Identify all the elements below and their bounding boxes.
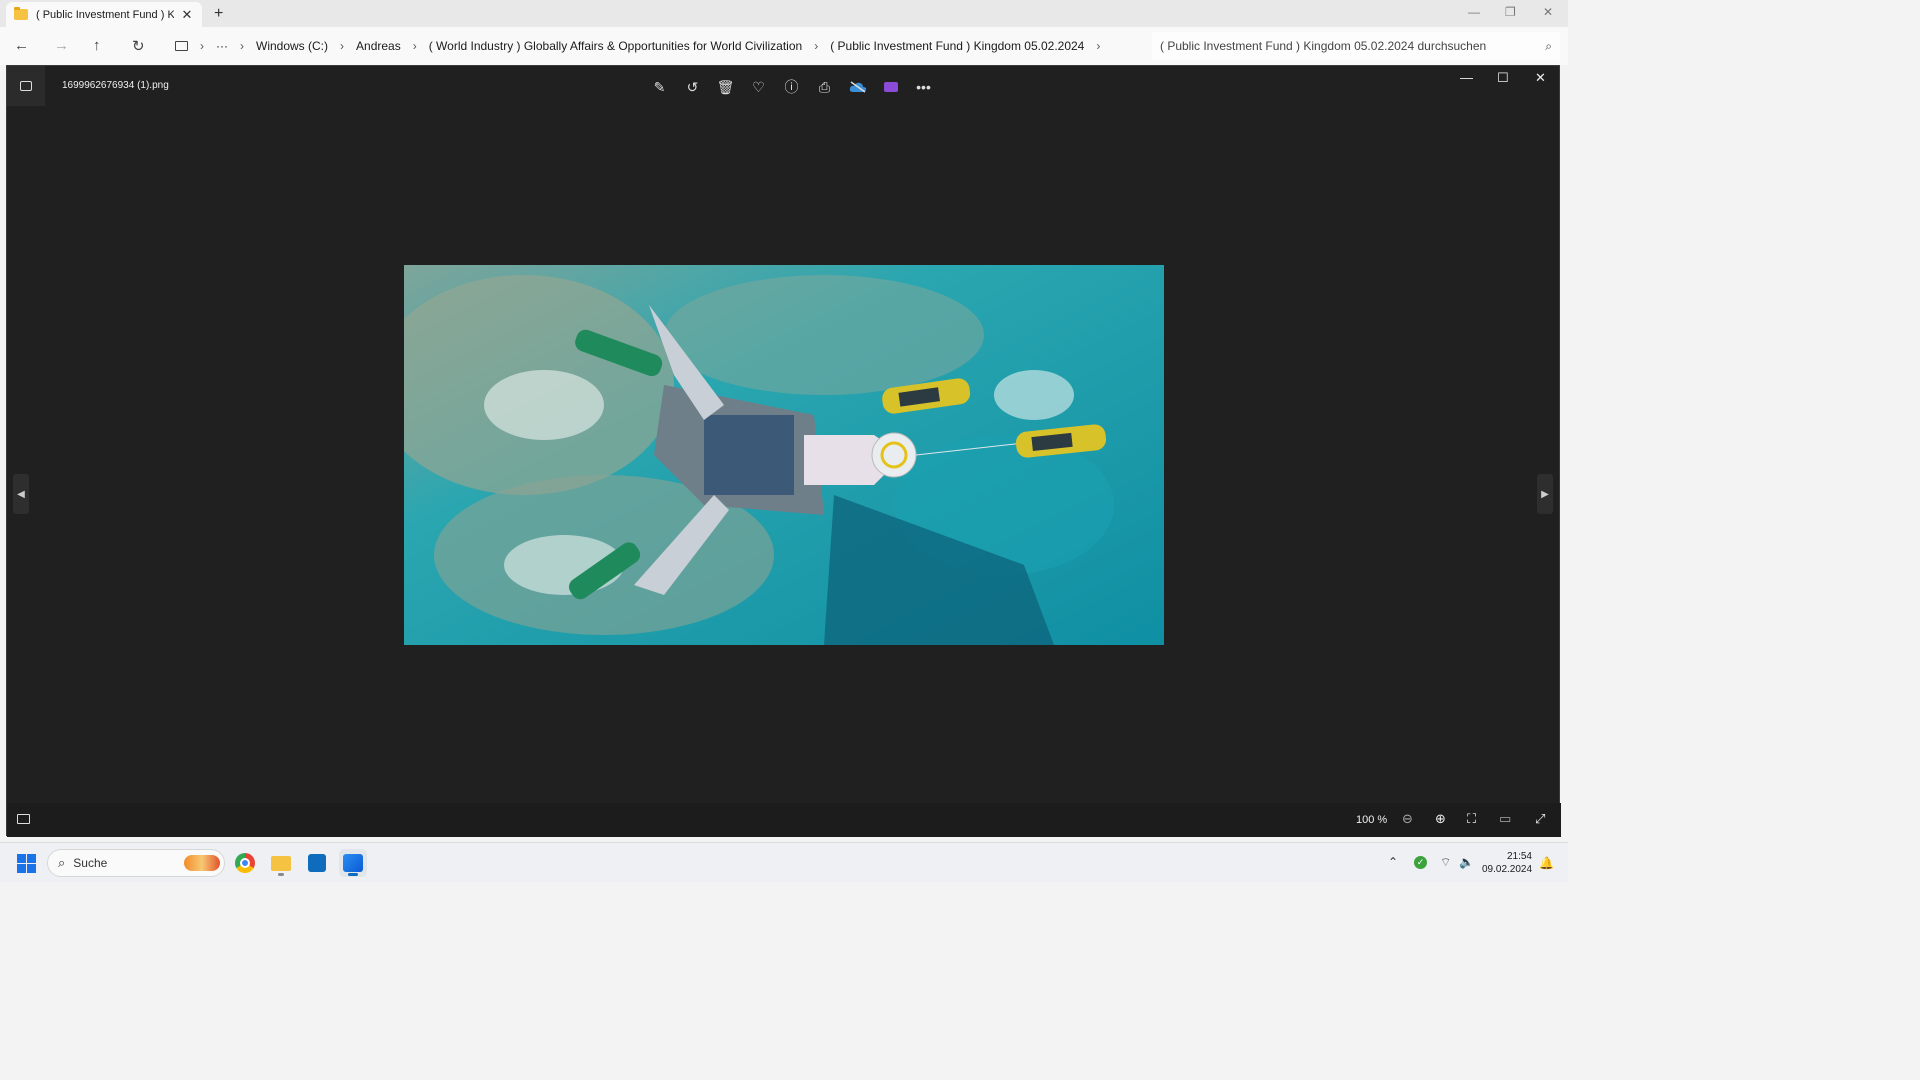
viewer-actions: ✎ ↺ 🗑 ♡ ⓘ ⎙ ••• [643, 76, 940, 98]
forward-icon[interactable]: → [54, 37, 69, 54]
image-canvas: ◀ ▶ [7, 106, 1561, 803]
search-placeholder: ( Public Investment Fund ) Kingdom 05.02… [1160, 39, 1487, 53]
explorer-tab[interactable]: ( Public Investment Fund ) Kingdom 05.02… [6, 2, 202, 27]
search-icon: ⌕ [58, 855, 66, 870]
chevron-right-icon[interactable]: › [1096, 39, 1100, 53]
clock[interactable]: 21:54 09.02.2024 [1482, 850, 1532, 876]
onedrive-icon[interactable] [841, 76, 874, 98]
this-pc-icon[interactable] [175, 41, 188, 51]
viewer-status-bar: 100 % ⊖ ⊕ ⛶ ▭ ⤢ [7, 803, 1561, 837]
zoom-out-icon[interactable]: ⊖ [1402, 811, 1413, 827]
restore-icon[interactable]: ❐ [1505, 5, 1516, 19]
photos-icon [343, 854, 363, 872]
chrome-app[interactable] [231, 849, 259, 877]
zoom-in-icon[interactable]: ⊕ [1435, 811, 1446, 827]
photos-app[interactable] [339, 849, 367, 877]
clipchamp-icon[interactable] [874, 76, 907, 98]
file-name: 1699962676934 (1).png [62, 80, 169, 91]
previous-image-icon[interactable]: ◀ [13, 474, 29, 514]
new-tab-button[interactable]: + [214, 5, 223, 23]
fullscreen-icon[interactable]: ⤢ [1535, 811, 1545, 827]
wifi-icon[interactable]: ⌔ [1440, 855, 1451, 870]
viewer-toolbar: 1699962676934 (1).png ✎ ↺ 🗑 ♡ ⓘ ⎙ ••• — … [7, 66, 1561, 106]
tab-title: ( Public Investment Fund ) Kingdom 05.02… [36, 8, 174, 21]
minimize-icon[interactable]: — [1460, 70, 1473, 85]
actual-size-icon[interactable]: ▭ [1499, 811, 1511, 827]
photo-viewer-window: 1699962676934 (1).png ✎ ↺ 🗑 ♡ ⓘ ⎙ ••• — … [6, 65, 1561, 837]
next-image-icon[interactable]: ▶ [1537, 474, 1553, 514]
chevron-right-icon[interactable]: › [340, 39, 344, 53]
time: 21:54 [1506, 851, 1532, 862]
date: 09.02.2024 [1482, 864, 1533, 875]
store-icon [308, 854, 326, 872]
offshore-rig-photo [404, 265, 1164, 645]
filmstrip-icon[interactable] [17, 814, 30, 824]
breadcrumb-item[interactable]: Windows (C:) [256, 39, 328, 53]
chevron-right-icon[interactable]: › [200, 39, 204, 53]
up-icon[interactable]: ↑ [93, 37, 101, 54]
file-explorer-app[interactable] [267, 849, 295, 877]
close-window-icon[interactable]: ✕ [1535, 70, 1546, 86]
gallery-icon[interactable] [7, 66, 45, 106]
chevron-right-icon[interactable]: › [413, 39, 417, 53]
folder-icon [271, 855, 291, 871]
search-input[interactable]: ( Public Investment Fund ) Kingdom 05.02… [1152, 32, 1560, 60]
breadcrumb-item[interactable]: ( Public Investment Fund ) Kingdom 05.02… [830, 39, 1084, 53]
start-icon[interactable] [17, 854, 36, 873]
explorer-tab-bar: ( Public Investment Fund ) Kingdom 05.02… [0, 0, 1568, 27]
zoom-level: 100 % [1356, 814, 1388, 826]
folder-icon [14, 7, 28, 20]
favorite-icon[interactable]: ♡ [742, 76, 775, 98]
chrome-icon [235, 853, 255, 873]
info-icon[interactable]: ⓘ [775, 76, 808, 98]
close-window-icon[interactable]: ✕ [1543, 5, 1553, 19]
search-icon: ⌕ [1545, 38, 1552, 53]
breadcrumb-overflow[interactable]: ··· [216, 39, 228, 53]
chevron-right-icon[interactable]: › [240, 39, 244, 53]
security-icon[interactable]: ✓ [1414, 856, 1427, 869]
taskbar-search[interactable]: ⌕ Suche [47, 849, 225, 877]
chevron-right-icon[interactable]: › [814, 39, 818, 53]
breadcrumb-item[interactable]: ( World Industry ) Globally Affairs & Op… [429, 39, 802, 53]
store-app[interactable] [303, 849, 331, 877]
close-tab-icon[interactable]: ✕ [180, 7, 194, 23]
notification-bell-icon[interactable]: 🔔 [1539, 856, 1554, 870]
search-highlight-icon [184, 855, 220, 871]
maximize-icon[interactable]: ☐ [1497, 70, 1509, 86]
volume-icon[interactable]: 🔈 [1459, 855, 1474, 869]
search-label: Suche [73, 856, 108, 870]
taskbar: ⌕ Suche ⌃ ✓ ⌔ 🔈 21:54 09.02.2024 🔔 [0, 842, 1568, 882]
minimize-icon[interactable]: — [1468, 5, 1480, 19]
fit-to-window-icon[interactable]: ⛶ [1467, 811, 1476, 827]
breadcrumb-item[interactable]: Andreas [356, 39, 401, 53]
delete-icon[interactable]: 🗑 [709, 76, 742, 98]
breadcrumb: › ··· › Windows (C:) › Andreas › ( World… [166, 32, 1144, 60]
rotate-icon[interactable]: ↺ [676, 76, 709, 98]
back-icon[interactable]: ← [14, 37, 29, 54]
edit-image-icon[interactable]: ✎ [643, 76, 676, 98]
refresh-icon[interactable]: ↻ [132, 37, 145, 55]
print-icon[interactable]: ⎙ [808, 76, 841, 98]
chevron-up-icon[interactable]: ⌃ [1388, 855, 1398, 869]
more-options-icon[interactable]: ••• [907, 76, 940, 98]
explorer-address-bar: ← → ↑ ↻ › ··· › Windows (C:) › Andreas ›… [0, 27, 1568, 65]
